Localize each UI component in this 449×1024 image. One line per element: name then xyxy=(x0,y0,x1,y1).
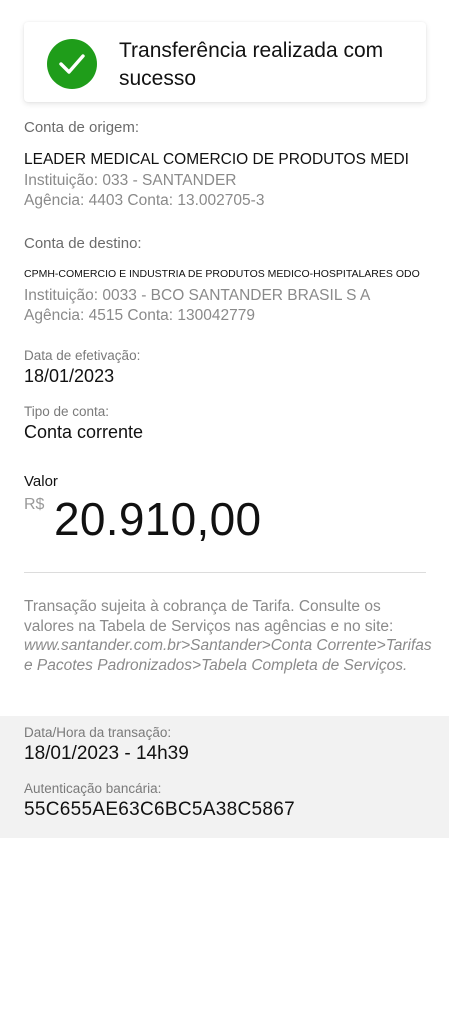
account-type-label: Tipo de conta: xyxy=(24,404,110,419)
transaction-panel: Data/Hora da transação: 18/01/2023 - 14h… xyxy=(0,716,449,838)
auth-value: 55C655AE63C6BC5A38C5867 xyxy=(24,799,295,820)
amount-label: Valor xyxy=(24,473,58,490)
origin-label: Conta de origem: xyxy=(24,119,140,136)
origin-agency-account: Agência: 4403 Conta: 13.002705-3 xyxy=(24,192,265,209)
check-circle-icon xyxy=(47,39,97,89)
success-banner: Transferência realizada com sucesso xyxy=(24,22,426,102)
divider xyxy=(24,572,426,573)
destination-agency-account: Agência: 4515 Conta: 130042779 xyxy=(24,307,255,324)
transaction-datetime-label: Data/Hora da transação: xyxy=(24,725,172,740)
destination-label: Conta de destino: xyxy=(24,235,142,252)
destination-institution: Instituição: 0033 - BCO SANTANDER BRASIL… xyxy=(24,287,371,304)
success-title: Transferência realizada com sucesso xyxy=(119,39,384,90)
fee-note-text: Transação sujeita à cobrança de Tarifa. … xyxy=(24,598,394,635)
amount-value: 20.910,00 xyxy=(54,493,262,545)
transaction-datetime-value: 18/01/2023 - 14h39 xyxy=(24,743,189,764)
account-type-value: Conta corrente xyxy=(24,422,144,442)
effective-date-label: Data de efetivação: xyxy=(24,348,141,363)
origin-institution: Instituição: 033 - SANTANDER xyxy=(24,172,237,189)
currency-symbol: R$ xyxy=(24,496,45,513)
fee-note: Transação sujeita à cobrança de Tarifa. … xyxy=(24,597,434,675)
origin-name: LEADER MEDICAL COMERCIO DE PRODUTOS MEDI xyxy=(24,151,409,168)
auth-label: Autenticação bancária: xyxy=(24,781,162,796)
fee-note-link: www.santander.com.br>Santander>Conta Cor… xyxy=(24,637,432,674)
effective-date-value: 18/01/2023 xyxy=(24,366,115,386)
destination-name: CPMH-COMERCIO E INDUSTRIA DE PRODUTOS ME… xyxy=(24,268,420,280)
